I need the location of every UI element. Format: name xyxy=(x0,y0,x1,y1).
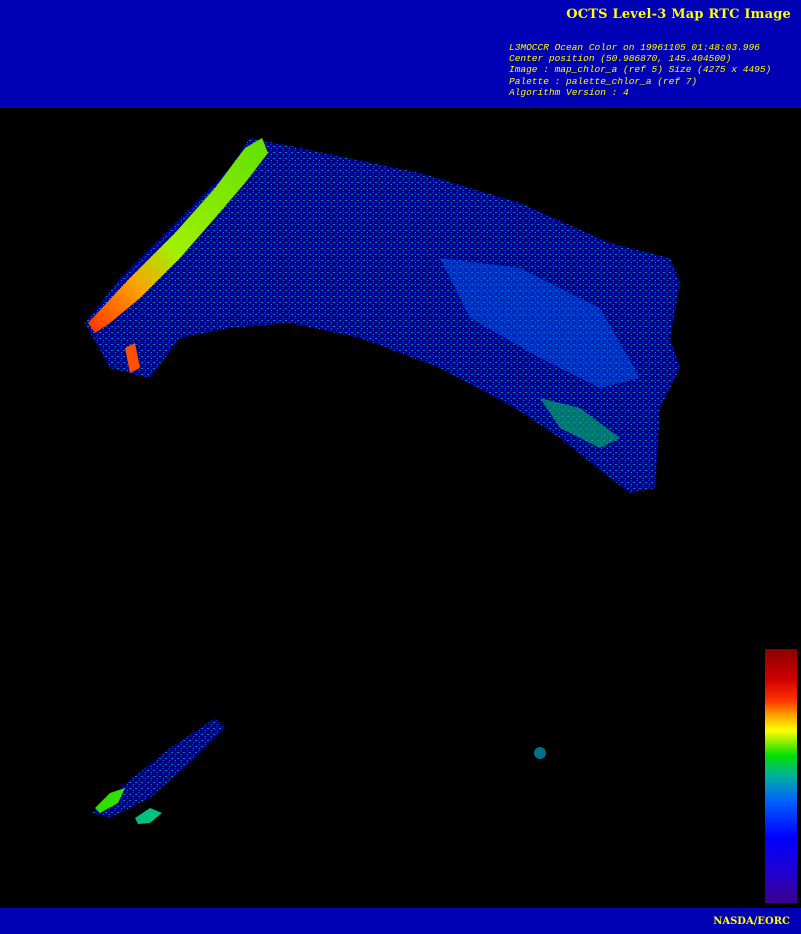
meta-line-algorithm: Algorithm Version : 4 xyxy=(509,86,629,98)
meta-line-image: Image : map_chlor_a (ref 5) Size (4275 x… xyxy=(509,64,772,76)
meta-line-center: Center position (50.986870, 145.404500) xyxy=(509,53,732,65)
meta-line-product: L3MOCCR Ocean Color on 19961105 01:48:03… xyxy=(509,42,760,53)
metadata-block: L3MOCCR Ocean Color on 19961105 01:48:03… xyxy=(509,42,771,98)
credit-label: NASDA/EORC xyxy=(713,916,790,927)
chlorophyll-map xyxy=(0,108,801,908)
footer-bar: NASDA/EORC xyxy=(0,908,801,934)
image-title: OCTS Level-3 Map RTC Image xyxy=(566,7,791,22)
southern-patch xyxy=(135,808,162,824)
satellite-swath-image xyxy=(85,138,680,824)
color-scale-bar xyxy=(765,649,797,903)
header-bar: OCTS Level-3 Map RTC Image L3MOCCR Ocean… xyxy=(0,0,801,108)
meta-line-palette: Palette : palette_chlor_a (ref 7) xyxy=(509,75,698,87)
small-patch xyxy=(534,747,546,759)
